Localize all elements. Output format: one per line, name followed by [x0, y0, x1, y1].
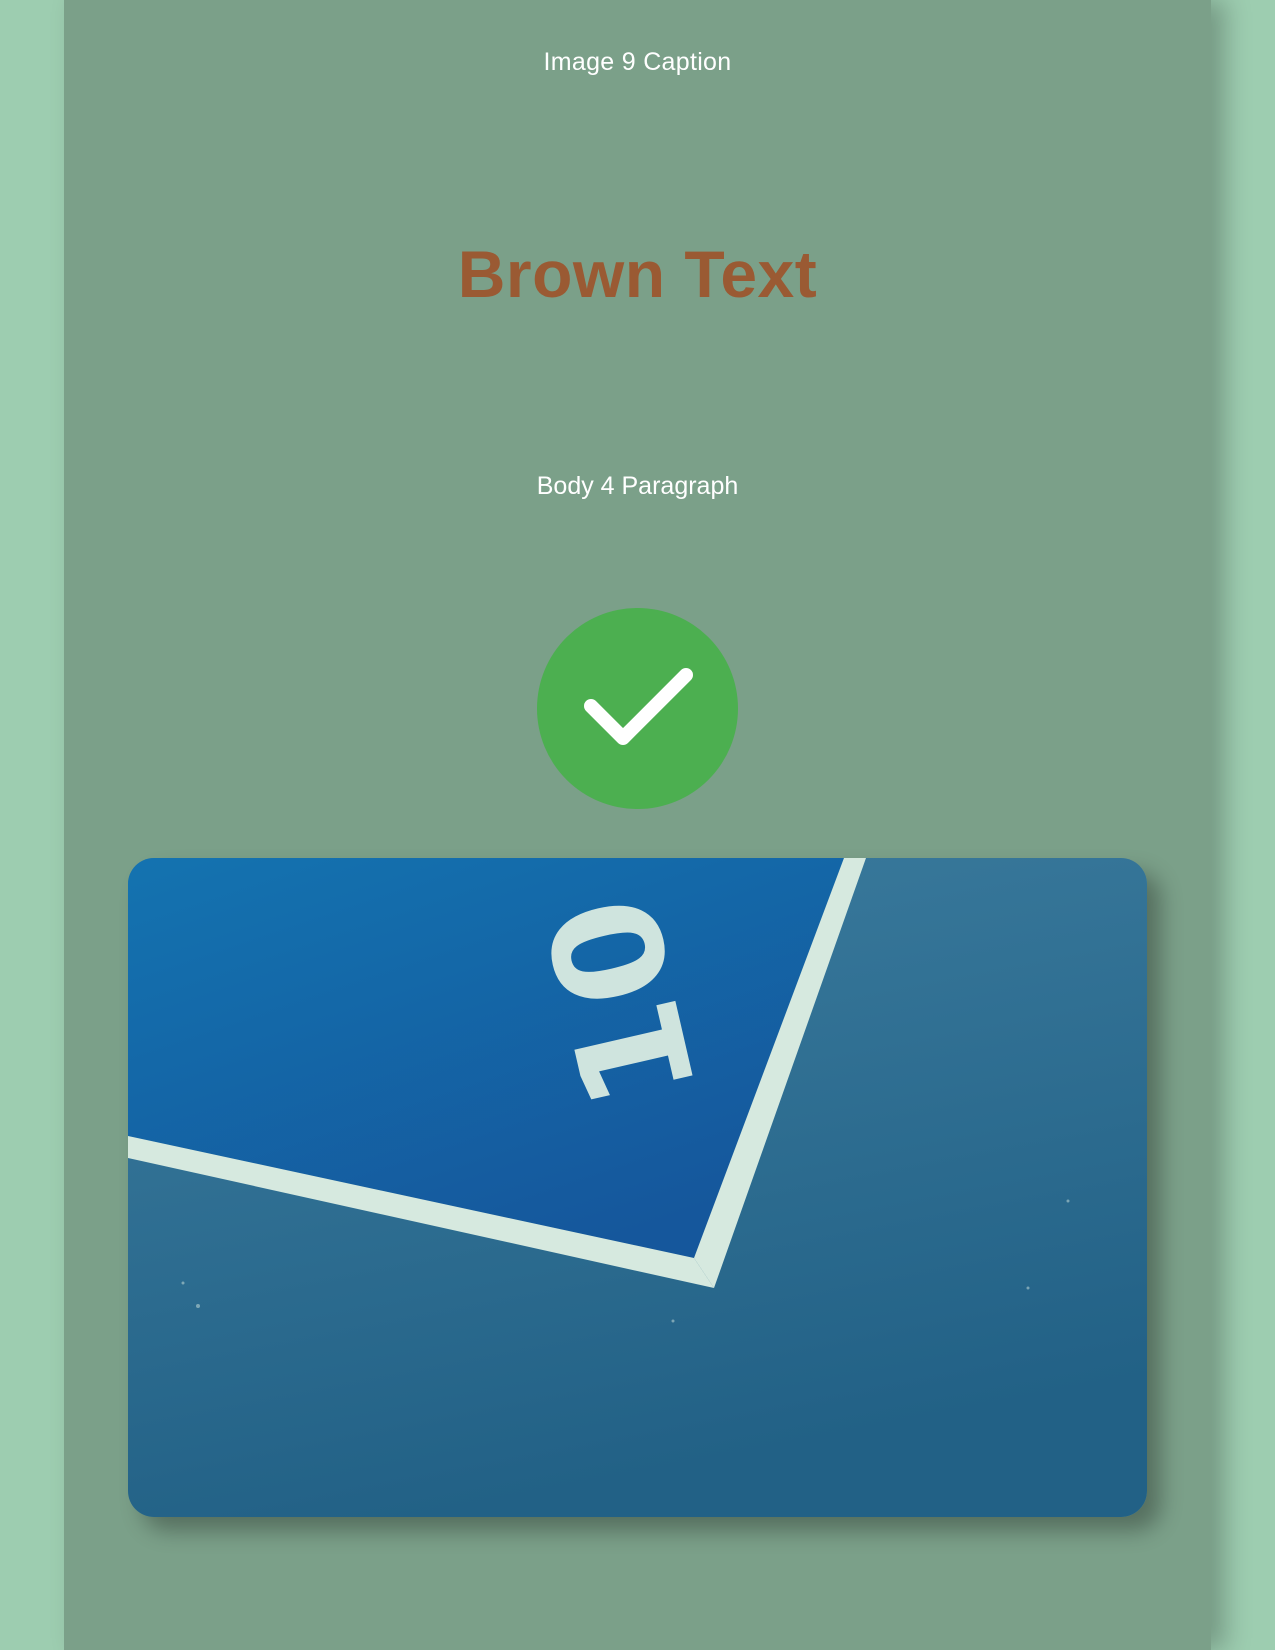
court-photo: 10 [128, 858, 1147, 1517]
document-page: Image 9 Caption Brown Text Body 4 Paragr… [64, 0, 1211, 1650]
checkmark-icon [584, 668, 693, 745]
page-heading: Brown Text [457, 237, 818, 311]
image-caption: Image 9 Caption [543, 48, 732, 76]
court-photo-image: 10 [128, 858, 1147, 1517]
check-badge [537, 608, 738, 809]
body-paragraph: Body 4 Paragraph [536, 472, 739, 500]
